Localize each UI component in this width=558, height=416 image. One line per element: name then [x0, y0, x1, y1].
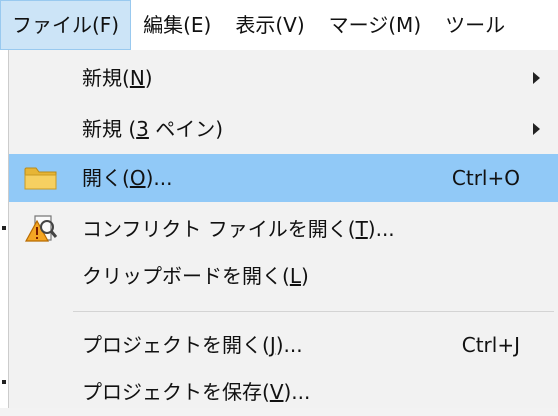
menu-item-save-project[interactable]: プロジェクトを保存(V)... — [9, 368, 558, 416]
menu-tools[interactable]: ツール — [433, 0, 517, 50]
menu-item-open-clipboard[interactable]: クリップボードを開く(L) — [9, 252, 558, 300]
background-mark — [2, 226, 6, 230]
background-window-edge — [0, 50, 8, 408]
background-mark — [2, 380, 6, 384]
conflict-file-icon — [23, 213, 59, 245]
menu-item-label: 新規 (3 ペイン) — [82, 117, 224, 141]
menu-item-label: 開く(O)... — [82, 166, 173, 190]
shortcut-label: Ctrl+O — [451, 166, 520, 190]
menu-file[interactable]: ファイル(F) — [0, 0, 132, 50]
menu-merge[interactable]: マージ(M) — [317, 0, 433, 50]
submenu-arrow-icon — [533, 72, 540, 84]
menu-item-new-3-pane[interactable]: 新規 (3 ペイン) — [9, 105, 558, 153]
folder-icon — [23, 162, 59, 194]
menu-separator — [73, 311, 554, 312]
menu-item-label: プロジェクトを開く(J)... — [82, 333, 303, 357]
menu-edit[interactable]: 編集(E) — [131, 0, 223, 50]
menu-item-open[interactable]: 開く(O)... Ctrl+O — [9, 154, 558, 202]
menu-item-new[interactable]: 新規(N) — [9, 54, 558, 102]
menu-item-label: 新規(N) — [82, 66, 153, 90]
menu-item-label: コンフリクト ファイルを開く(T)... — [82, 217, 395, 241]
submenu-arrow-icon — [533, 123, 540, 135]
menu-item-label: クリップボードを開く(L) — [82, 264, 309, 288]
menu-view[interactable]: 表示(V) — [223, 0, 316, 50]
shortcut-label: Ctrl+J — [461, 333, 520, 357]
menu-bar: ファイル(F) 編集(E) 表示(V) マージ(M) ツール — [0, 0, 558, 50]
menu-item-open-conflict[interactable]: コンフリクト ファイルを開く(T)... — [9, 205, 558, 253]
file-menu-dropdown: 新規(N) 新規 (3 ペイン) 開く(O)... Ctrl+O コンフリクト … — [8, 50, 558, 408]
menu-item-label: プロジェクトを保存(V)... — [82, 380, 311, 404]
menu-item-open-project[interactable]: プロジェクトを開く(J)... Ctrl+J — [9, 321, 558, 369]
